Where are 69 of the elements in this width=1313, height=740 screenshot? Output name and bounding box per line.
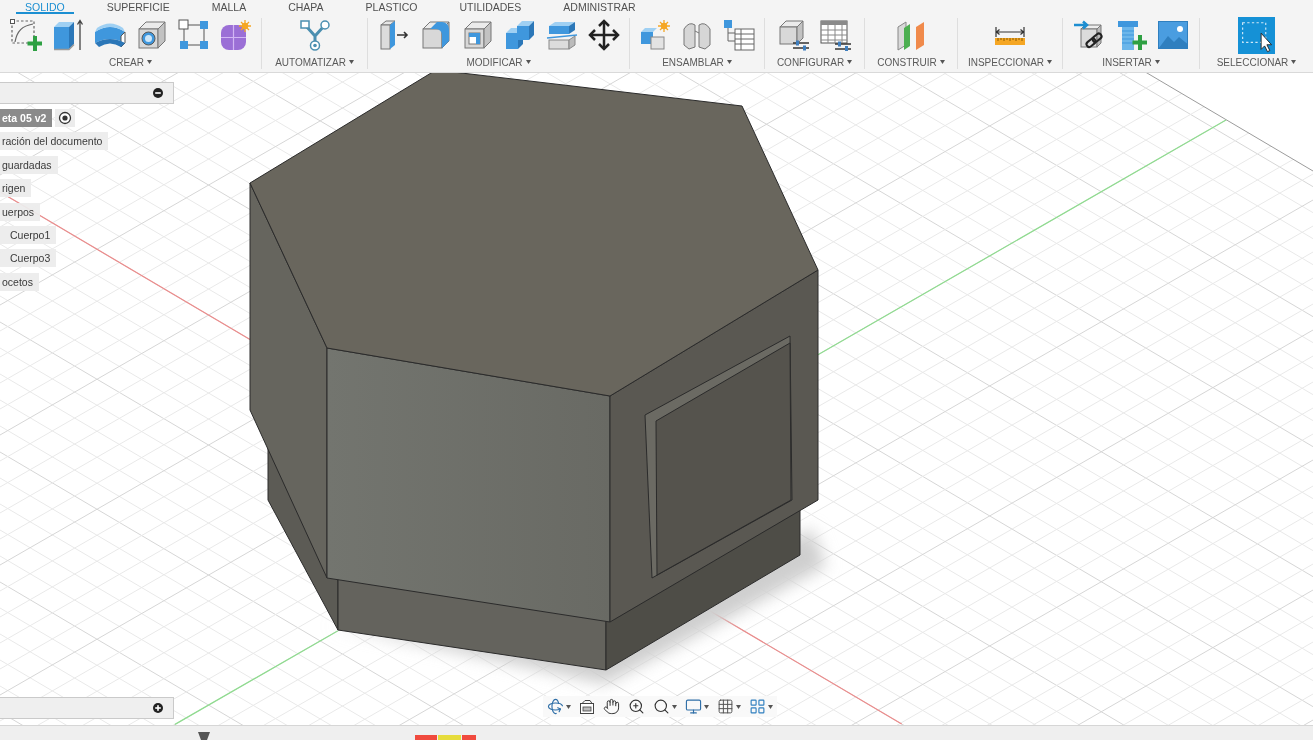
tab[interactable]: SUPERFICIE xyxy=(85,0,191,14)
menu-button[interactable]: CONSTRUIR xyxy=(875,55,947,69)
menu-button[interactable]: SELECCIONAR xyxy=(1214,55,1299,69)
collapse-icon[interactable] xyxy=(153,88,163,98)
hollow-cube-icon[interactable] xyxy=(461,19,494,51)
orbit-icon[interactable] xyxy=(547,698,564,715)
tree-item[interactable]: ocetos xyxy=(0,272,39,291)
cube-arrow-icon[interactable] xyxy=(51,19,84,51)
tree-item[interactable]: rigen xyxy=(0,179,32,198)
caret-icon[interactable] xyxy=(147,60,152,64)
caret-icon[interactable] xyxy=(736,704,741,709)
tab[interactable]: UTILIDADES xyxy=(438,0,543,14)
slab-arrow-icon[interactable] xyxy=(377,19,410,51)
menu-button[interactable]: CREAR xyxy=(107,55,154,69)
caret-icon[interactable] xyxy=(672,704,677,709)
caret-icon[interactable] xyxy=(1047,60,1053,64)
tree-item[interactable]: uerpos xyxy=(0,202,41,221)
menu-button[interactable]: ENSAMBLAR xyxy=(660,55,734,69)
caret-icon[interactable] xyxy=(348,60,354,64)
rounded-cube-icon[interactable] xyxy=(419,19,452,51)
caret-icon[interactable] xyxy=(726,60,732,64)
cube-sliders-icon[interactable] xyxy=(777,19,810,51)
expand-icon[interactable] xyxy=(153,703,163,713)
caret-icon[interactable] xyxy=(1154,60,1160,64)
timeline-marker-icon[interactable] xyxy=(198,732,210,740)
tree-item[interactable]: guardadas xyxy=(0,155,58,174)
tab[interactable]: ADMINISTRAR xyxy=(542,0,657,14)
tree-item[interactable]: ración del documento xyxy=(0,132,109,151)
caret-icon[interactable] xyxy=(704,704,709,709)
node-rectangle-icon[interactable] xyxy=(177,19,210,51)
radio-icon[interactable] xyxy=(55,109,76,127)
menu-button[interactable]: CONFIGURAR xyxy=(774,55,855,69)
image-icon[interactable] xyxy=(1157,19,1189,51)
split-layers-icon[interactable] xyxy=(545,19,578,51)
menu-button[interactable]: AUTOMATIZAR xyxy=(273,55,356,69)
grid-icon[interactable] xyxy=(717,698,734,715)
cubes-sparkle-icon[interactable] xyxy=(639,19,671,51)
layout-grid-icon[interactable] xyxy=(749,698,766,715)
table-tree-icon[interactable] xyxy=(723,19,755,51)
tree-item[interactable]: Cuerpo1 xyxy=(0,225,57,244)
box-link-icon[interactable] xyxy=(1073,19,1105,51)
cube-hole-icon[interactable] xyxy=(135,19,168,51)
node-graph-icon[interactable] xyxy=(298,19,331,51)
table-sliders-icon[interactable] xyxy=(819,19,852,51)
select-cursor-icon[interactable] xyxy=(1238,16,1275,54)
caret-icon[interactable] xyxy=(939,60,945,64)
tab[interactable]: CHAPA xyxy=(267,0,345,14)
menu-button[interactable]: INSPECCIONAR xyxy=(965,55,1055,69)
tab[interactable]: MALLA xyxy=(190,0,268,14)
stacked-cubes-icon[interactable] xyxy=(503,19,536,51)
move-arrows-icon[interactable] xyxy=(587,19,620,51)
caret-icon[interactable] xyxy=(768,704,773,709)
offset-planes-icon[interactable] xyxy=(895,19,927,51)
sphere-sparkle-icon[interactable] xyxy=(219,19,252,51)
frame-icon[interactable] xyxy=(579,698,595,715)
bolt-plus-icon[interactable] xyxy=(1115,19,1147,51)
caret-icon[interactable] xyxy=(566,704,571,709)
tab[interactable]: PLASTICO xyxy=(344,0,439,14)
caret-icon[interactable] xyxy=(525,60,531,64)
sketch-plus-icon[interactable] xyxy=(9,19,42,51)
pan-hand-icon[interactable] xyxy=(603,698,620,715)
magnifier-icon[interactable] xyxy=(653,698,670,715)
caret-icon[interactable] xyxy=(847,60,853,64)
menu-button[interactable]: INSERTAR xyxy=(1100,55,1162,69)
menu-button[interactable]: MODIFICAR xyxy=(464,55,533,69)
tree-item[interactable]: Cuerpo3 xyxy=(0,249,57,268)
zoom-icon[interactable] xyxy=(628,698,645,715)
monitor-icon[interactable] xyxy=(685,698,702,715)
caret-icon[interactable] xyxy=(1291,60,1297,64)
